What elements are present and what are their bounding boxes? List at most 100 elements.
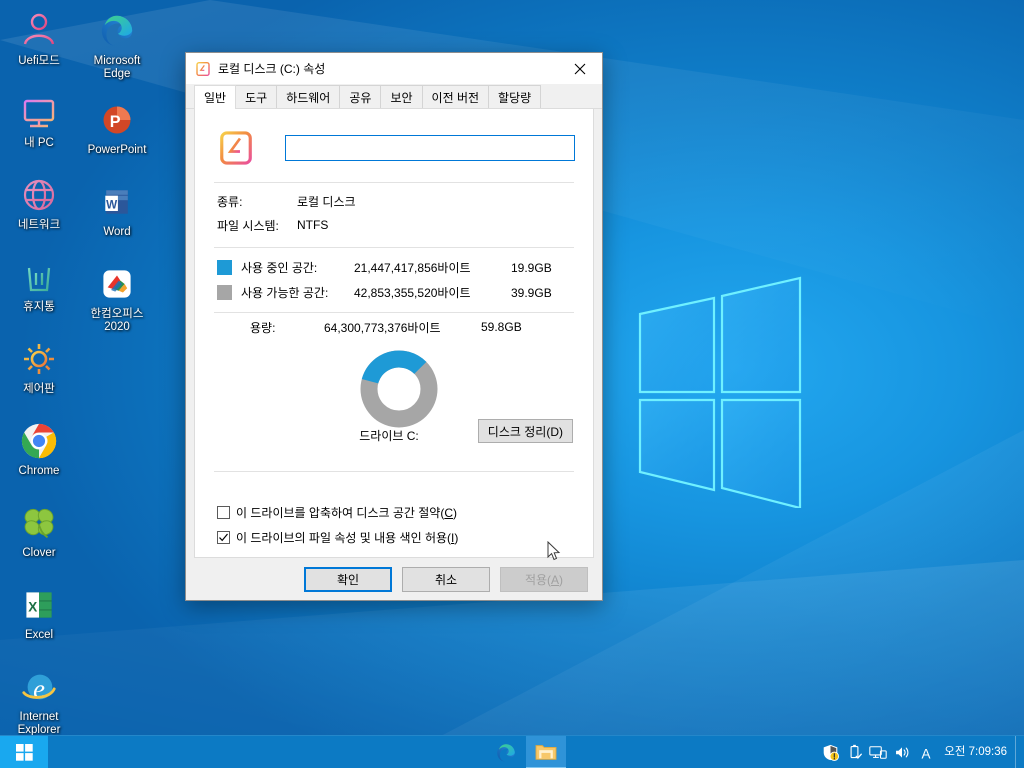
excel-icon: X	[18, 584, 60, 626]
windows-logo-icon	[15, 743, 33, 761]
desktop-icon-label: Internet Explorer	[17, 711, 61, 736]
disk-type-row: 종류: 로컬 디스크	[211, 189, 577, 213]
used-space-swatch	[217, 260, 232, 275]
hancom-icon	[96, 263, 138, 305]
free-space-label: 사용 가능한 공간:	[241, 286, 329, 300]
index-drive-checkbox[interactable]: 이 드라이브의 파일 속성 및 내용 색인 허용(I)	[217, 525, 577, 550]
svg-text:P: P	[110, 113, 121, 131]
desktop-icon-recycle-bin[interactable]: 휴지통	[0, 250, 78, 326]
local-disk-icon	[196, 61, 210, 76]
apply-button[interactable]: 적용(A)	[500, 566, 588, 592]
svg-text:X: X	[28, 599, 37, 614]
ok-button[interactable]: 확인	[304, 566, 392, 592]
divider	[214, 247, 574, 248]
desktop-icon-clover[interactable]: Clover	[0, 496, 78, 572]
tab-label: 공유	[349, 90, 372, 105]
desktop-icon-excel[interactable]: X Excel	[0, 578, 78, 654]
user-outline-icon	[18, 10, 60, 52]
chrome-icon	[18, 420, 60, 462]
taskbar-edge[interactable]	[486, 736, 526, 768]
tab-quota[interactable]: 할당량	[488, 85, 542, 108]
volume-name-row	[211, 123, 577, 173]
cancel-button-label: 취소	[434, 572, 458, 587]
ime-a-icon: A	[922, 746, 931, 761]
capacity-label: 용량:	[250, 320, 276, 335]
desktop-icon-label: Word	[103, 226, 131, 238]
tray-security-warning[interactable]	[818, 736, 842, 768]
shield-warning-icon	[823, 744, 839, 761]
desktop-icon-powerpoint[interactable]: P PowerPoint	[78, 93, 156, 169]
desktop-icon-control-panel[interactable]: 제어판	[0, 332, 78, 408]
desktop-icon-label: Excel	[24, 629, 54, 641]
taskbar-clock[interactable]: 오전 7:09:36	[938, 736, 1015, 768]
compress-drive-checkbox[interactable]: 이 드라이브를 압축하여 디스크 공간 절약(C)	[217, 500, 577, 525]
filesystem-row: 파일 시스템: NTFS	[211, 213, 577, 237]
checkbox-box	[217, 506, 230, 519]
taskbar-file-explorer[interactable]	[526, 736, 566, 768]
folder-icon	[535, 744, 557, 760]
monitor-outline-icon	[18, 92, 60, 134]
desktop-icon-chrome[interactable]: Chrome	[0, 414, 78, 490]
desktop-icon-microsoft-edge[interactable]: Microsoft Edge	[78, 4, 156, 81]
desktop-icon-my-pc[interactable]: 내 PC	[0, 86, 78, 162]
compress-drive-label: 이 드라이브를 압축하여 디스크 공간 절약(C)	[236, 506, 458, 520]
taskbar[interactable]: A 오전 7:09:36	[0, 735, 1024, 768]
dialog-button-bar: 확인 취소 적용(A)	[186, 558, 602, 600]
dialog-titlebar[interactable]: 로컬 디스크 (C:) 속성	[186, 53, 602, 84]
tab-label: 일반	[204, 91, 227, 105]
tray-ime-indicator[interactable]: A	[914, 736, 938, 768]
desktop-icon-label: 휴지통	[23, 301, 55, 313]
desktop-icon-uefi-mode[interactable]: Uefi모드	[0, 4, 78, 80]
general-tab-panel: 종류: 로컬 디스크 파일 시스템: NTFS 사용 중인 공간: 21,447…	[194, 109, 594, 558]
tray-volume[interactable]	[890, 736, 914, 768]
divider	[214, 182, 574, 183]
usb-eject-icon	[850, 744, 862, 759]
desktop-icon-word[interactable]: W Word	[78, 175, 156, 251]
desktop-icon-internet-explorer[interactable]: e Internet Explorer	[0, 660, 78, 737]
free-space-swatch	[217, 285, 232, 300]
capacity-bytes: 64,300,773,376바이트	[324, 320, 441, 335]
clover-icon	[18, 502, 60, 544]
svg-text:A: A	[922, 746, 931, 761]
free-space-gb: 39.9GB	[511, 285, 552, 300]
used-space-bytes: 21,447,417,856바이트	[354, 261, 471, 275]
tab-label: 도구	[245, 90, 268, 105]
used-space-gb: 19.9GB	[511, 260, 552, 275]
close-icon[interactable]	[557, 54, 602, 84]
dialog-title: 로컬 디스크 (C:) 속성	[218, 62, 326, 76]
filesystem-key: 파일 시스템:	[217, 218, 279, 233]
filesystem-value: NTFS	[297, 218, 329, 232]
tab-general[interactable]: 일반	[194, 85, 237, 109]
disk-cleanup-button[interactable]: 디스크 정리(D)	[477, 419, 573, 443]
apply-button-label: 적용(A)	[524, 572, 564, 587]
mouse-cursor	[547, 541, 561, 561]
disk-type-key: 종류:	[217, 194, 243, 209]
tab-tools[interactable]: 도구	[235, 85, 278, 108]
free-space-bytes: 42,853,355,520바이트	[354, 286, 471, 300]
ok-button-label: 확인	[336, 572, 360, 587]
tab-security[interactable]: 보안	[380, 85, 423, 108]
desktop-icon-label: Clover	[22, 547, 56, 559]
free-space-row: 사용 가능한 공간: 42,853,355,520바이트 39.9GB	[211, 280, 577, 305]
cancel-button[interactable]: 취소	[402, 566, 490, 592]
desktop-icon-column-left: Uefi모드 내 PC 네트워크 휴지통 제어판 Chrome Clover X…	[0, 4, 78, 743]
volume-label-input[interactable]	[285, 135, 575, 161]
disk-properties-dialog[interactable]: 로컬 디스크 (C:) 속성 일반 도구 하드웨어 공유 보안 이전 버전 할당…	[185, 52, 603, 601]
capacity-gb: 59.8GB	[481, 320, 522, 334]
desktop-icon-hancom-office-2020[interactable]: 한컴오피스 2020	[78, 257, 156, 334]
tray-safely-remove-hardware[interactable]	[842, 736, 866, 768]
desktop-icon-label: Uefi모드	[18, 55, 60, 67]
start-button[interactable]	[0, 735, 48, 768]
desktop-icon-network[interactable]: 네트워크	[0, 168, 78, 244]
tab-sharing[interactable]: 공유	[339, 85, 382, 108]
show-desktop-button[interactable]	[1015, 736, 1022, 768]
dialog-tabstrip[interactable]: 일반 도구 하드웨어 공유 보안 이전 버전 할당량	[186, 84, 602, 109]
tray-network[interactable]	[866, 736, 890, 768]
tab-previous-versions[interactable]: 이전 버전	[421, 85, 490, 108]
check-icon	[219, 533, 228, 542]
globe-outline-icon	[18, 174, 60, 216]
desktop-icon-label: 네트워크	[17, 219, 61, 231]
drive-caption: 드라이브 C:	[359, 429, 419, 443]
tab-hardware[interactable]: 하드웨어	[276, 85, 341, 108]
taskbar-app-buttons	[486, 736, 566, 768]
